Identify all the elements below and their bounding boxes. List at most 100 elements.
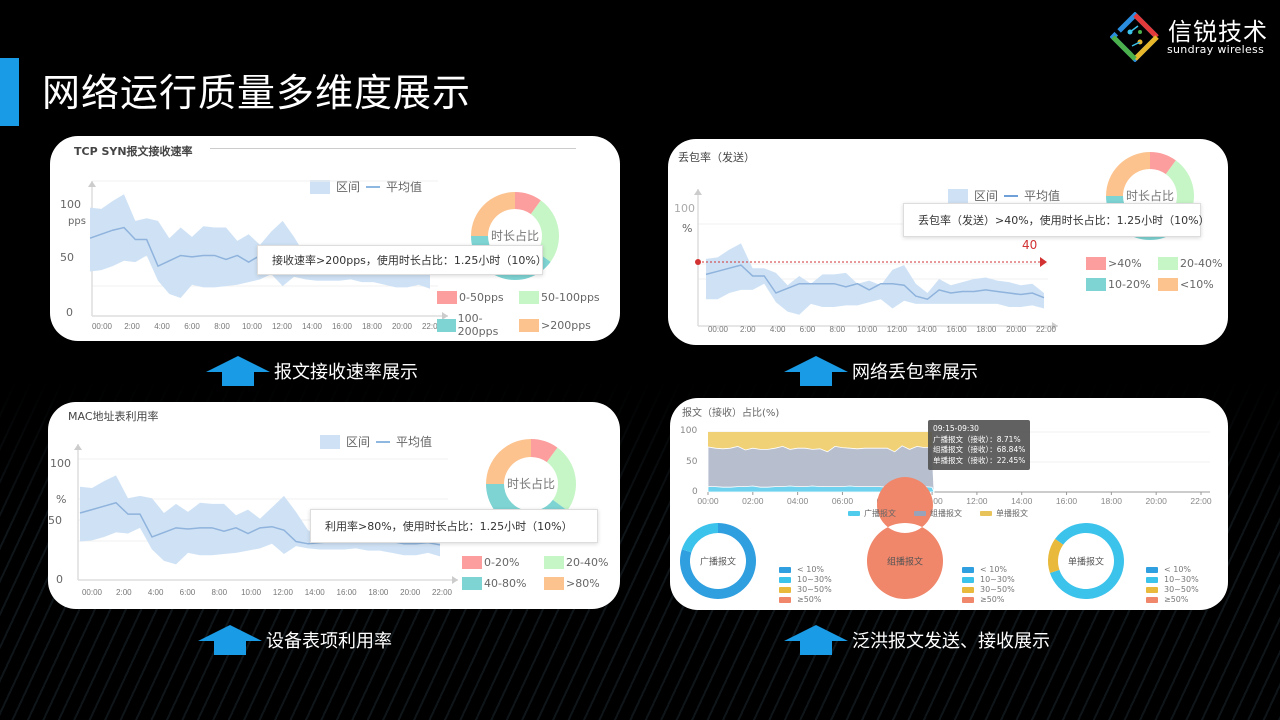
legend-swatch xyxy=(962,566,974,573)
legend-label: ≥50% xyxy=(1164,595,1189,604)
x-tick-label: 4:00 xyxy=(154,322,170,331)
legend-swatch xyxy=(462,556,482,569)
legend-label: < 10% xyxy=(980,565,1008,574)
x-tick-label: 12:00 xyxy=(272,322,293,331)
chart-tooltip: 利用率>80%，使用时长占比：1.25小时（10%） xyxy=(310,509,598,543)
legend-swatch xyxy=(437,318,456,332)
legend-item: 20-40% xyxy=(1158,257,1228,270)
mini-donut-legend: < 10% 10~30% 30~50% ≥50% xyxy=(962,565,1015,605)
x-tick-label: 16:00 xyxy=(1056,496,1078,506)
x-tick-label: 20:00 xyxy=(400,588,421,597)
legend-item: 100-200pps xyxy=(437,312,519,338)
x-tick-label: 12:00 xyxy=(966,496,988,506)
legend-label: < 10% xyxy=(797,565,825,574)
legend-swatch xyxy=(437,291,457,304)
caption-packet-loss: 网络丢包率展示 xyxy=(784,356,978,386)
mini-legend-item: ≥50% xyxy=(779,595,832,605)
x-tick-label: 12:00 xyxy=(887,325,908,334)
legend-label: >40% xyxy=(1108,257,1142,270)
x-tick-label: 10:00 xyxy=(242,322,263,331)
caption-label: 泛洪报文发送、接收展示 xyxy=(852,631,1050,652)
legend-item-unicast: 单播报文 xyxy=(980,508,1028,519)
chart-tooltip: 接收速率>200pps，使用时长占比：1.25小时（10%） xyxy=(257,245,547,275)
x-tick-label: 14:00 xyxy=(1011,496,1033,506)
legend-swatch xyxy=(1146,596,1158,603)
legend-label: ≥50% xyxy=(980,595,1005,604)
legend-swatch xyxy=(962,586,974,593)
mini-legend-item: 30~50% xyxy=(779,585,832,595)
x-tick-label: 22:00 xyxy=(1036,325,1057,334)
caption-rx-rate: 报文接收速率展示 xyxy=(206,356,418,386)
legend-label: 10~30% xyxy=(980,575,1015,584)
legend-swatch xyxy=(980,511,992,516)
x-tick-label: 2:00 xyxy=(124,322,140,331)
legend-swatch xyxy=(779,566,791,573)
legend-label: 20-40% xyxy=(1180,257,1223,270)
legend-swatch xyxy=(779,586,791,593)
mini-legend-item: 10~30% xyxy=(1146,575,1199,585)
legend-label: 30~50% xyxy=(1164,585,1199,594)
legend-label: 10~30% xyxy=(1164,575,1199,584)
legend-swatch xyxy=(914,511,926,516)
legend-label: 0-20% xyxy=(484,556,520,569)
x-tick-label: 6:00 xyxy=(184,322,200,331)
chart-tooltip: 丢包率（发送）>40%，使用时长占比：1.25小时（10%） xyxy=(903,203,1210,237)
threshold-marker xyxy=(695,259,701,265)
legend-label: ≥50% xyxy=(797,595,822,604)
x-tick-label: 20:00 xyxy=(1006,325,1027,334)
x-tick-label: 4:00 xyxy=(770,325,786,334)
caption-flood-packets: 泛洪报文发送、接收展示 xyxy=(784,625,1050,655)
tooltip-time: 09:15-09:30 xyxy=(933,424,979,433)
x-tick-label: 20:00 xyxy=(1146,496,1168,506)
legend-item: 0-20% xyxy=(462,556,544,569)
legend-label: 组播报文 xyxy=(930,509,962,518)
legend-swatch xyxy=(848,511,860,516)
mini-legend-item: ≥50% xyxy=(1146,595,1199,605)
legend-swatch xyxy=(544,577,564,590)
y-axis-arrow-icon xyxy=(74,444,82,450)
caption-table-usage: 设备表项利用率 xyxy=(198,625,392,655)
mini-legend-item: 10~30% xyxy=(779,575,832,585)
x-tick-label: 12:00 xyxy=(273,588,294,597)
tooltip-row: 广播报文（接收）：8.71% xyxy=(933,434,1021,444)
mini-donut-label: 广播报文 xyxy=(699,557,737,568)
x-tick-label: 00:00 xyxy=(708,325,729,334)
x-tick-label: 6:00 xyxy=(800,325,816,334)
title-accent-bar xyxy=(0,58,19,126)
caption-label: 设备表项利用率 xyxy=(266,631,392,652)
legend-label: 30~50% xyxy=(980,585,1015,594)
x-tick-label: 02:00 xyxy=(742,496,764,506)
legend-label: 50-100pps xyxy=(541,291,600,304)
legend-label: >200pps xyxy=(541,318,591,332)
legend-label: < 10% xyxy=(1164,565,1192,574)
legend-swatch xyxy=(1158,278,1178,291)
donut-legend: 0-20% 20-40% 40-80% >80% xyxy=(462,556,620,590)
mini-legend-item: < 10% xyxy=(962,565,1015,575)
legend-swatch xyxy=(1086,278,1106,291)
legend-item-broadcast: 广播报文 xyxy=(848,508,896,519)
logo: 信锐技术 sundray wireless xyxy=(1110,10,1275,62)
x-tick-label: 6:00 xyxy=(180,588,196,597)
y-axis-arrow-icon xyxy=(88,181,96,187)
donut-slice xyxy=(681,523,718,553)
legend-item: 10-20% xyxy=(1086,278,1158,291)
legend-swatch xyxy=(779,596,791,603)
x-tick-label: 10:00 xyxy=(241,588,262,597)
arrow-up-icon xyxy=(206,356,270,386)
legend-label: 100-200pps xyxy=(457,312,499,338)
logo-text-cn: 信锐技术 xyxy=(1168,18,1268,46)
legend-label: 40-80% xyxy=(484,577,527,590)
x-tick-label: 00:00 xyxy=(92,322,113,331)
legend-label: 单播报文 xyxy=(996,509,1028,518)
x-axis-arrow-icon xyxy=(452,576,458,584)
x-tick-label: 10:00 xyxy=(857,325,878,334)
legend-item: <10% xyxy=(1158,278,1228,291)
legend-item: >40% xyxy=(1086,257,1158,270)
arrow-up-icon xyxy=(784,356,848,386)
mini-donut-legend: < 10% 10~30% 30~50% ≥50% xyxy=(1146,565,1199,605)
x-tick-label: 14:00 xyxy=(305,588,326,597)
legend-swatch xyxy=(519,291,539,304)
legend-swatch xyxy=(1146,586,1158,593)
tooltip-row: 组播报文（接收）：68.84% xyxy=(933,445,1026,454)
mini-donut-legend: < 10% 10~30% 30~50% ≥50% xyxy=(779,565,832,605)
